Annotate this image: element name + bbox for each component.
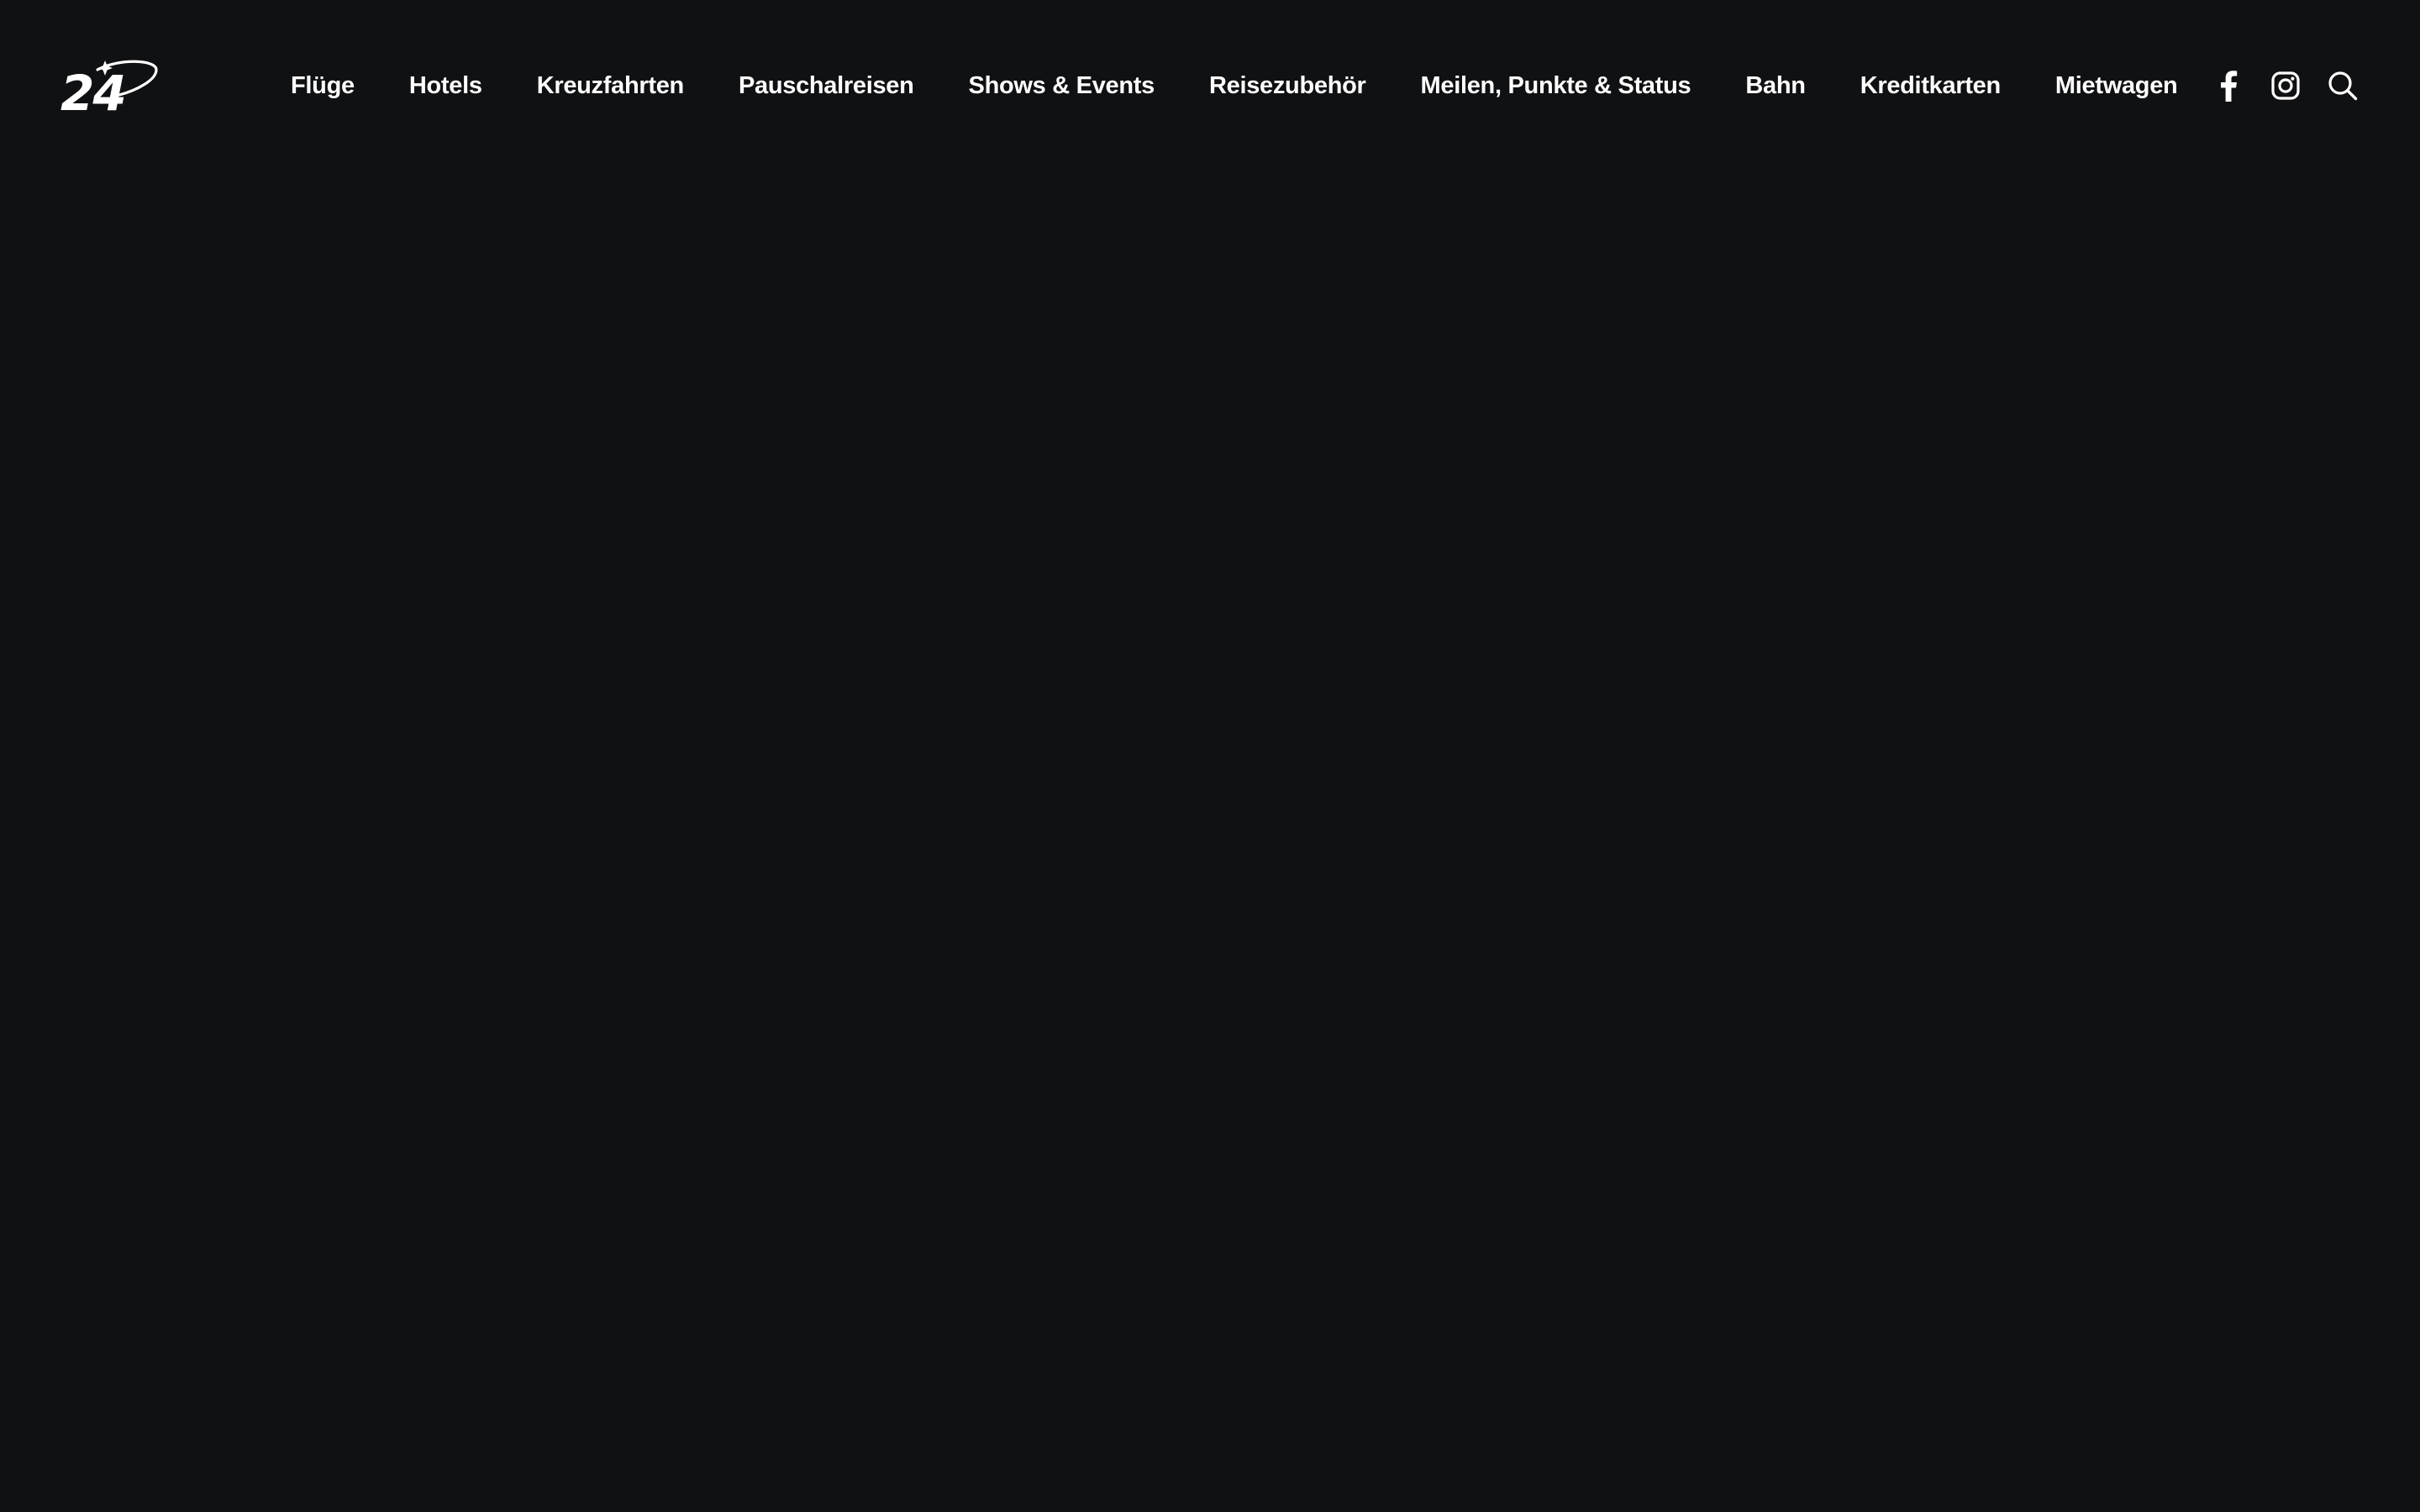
- facebook-icon: [2221, 71, 2238, 102]
- page: 24 Flüge Hotels Kreuzfahrten Pauschalrei…: [0, 0, 2420, 1512]
- nav-item-pauschalreisen[interactable]: Pauschalreisen: [739, 72, 914, 100]
- nav-item-bahn[interactable]: Bahn: [1745, 72, 1806, 100]
- nav-item-kreditkarten[interactable]: Kreditkarten: [1860, 72, 2002, 100]
- instagram-link[interactable]: [2269, 69, 2302, 102]
- search-icon: [2328, 71, 2358, 101]
- logo-text: 24: [60, 65, 125, 112]
- site-logo: 24: [60, 60, 158, 112]
- nav-item-hotels[interactable]: Hotels: [409, 72, 482, 100]
- site-header: 24 Flüge Hotels Kreuzfahrten Pauschalrei…: [0, 0, 2420, 171]
- nav-item-kreuzfahrten[interactable]: Kreuzfahrten: [537, 72, 685, 100]
- instagram-icon: [2271, 71, 2300, 100]
- facebook-link[interactable]: [2212, 69, 2245, 102]
- nav-item-mietwagen[interactable]: Mietwagen: [2055, 72, 2178, 100]
- search-button[interactable]: [2326, 69, 2360, 102]
- header-tools: [2212, 69, 2360, 102]
- logo-link[interactable]: 24: [60, 60, 158, 112]
- nav-item-meilen-punkte-status[interactable]: Meilen, Punkte & Status: [1421, 72, 1691, 100]
- nav-item-fluege[interactable]: Flüge: [291, 72, 355, 100]
- nav-item-reisezubehoer[interactable]: Reisezubehör: [1209, 72, 1366, 100]
- nav-item-shows-events[interactable]: Shows & Events: [969, 72, 1155, 100]
- main-nav: Flüge Hotels Kreuzfahrten Pauschalreisen…: [291, 72, 2178, 100]
